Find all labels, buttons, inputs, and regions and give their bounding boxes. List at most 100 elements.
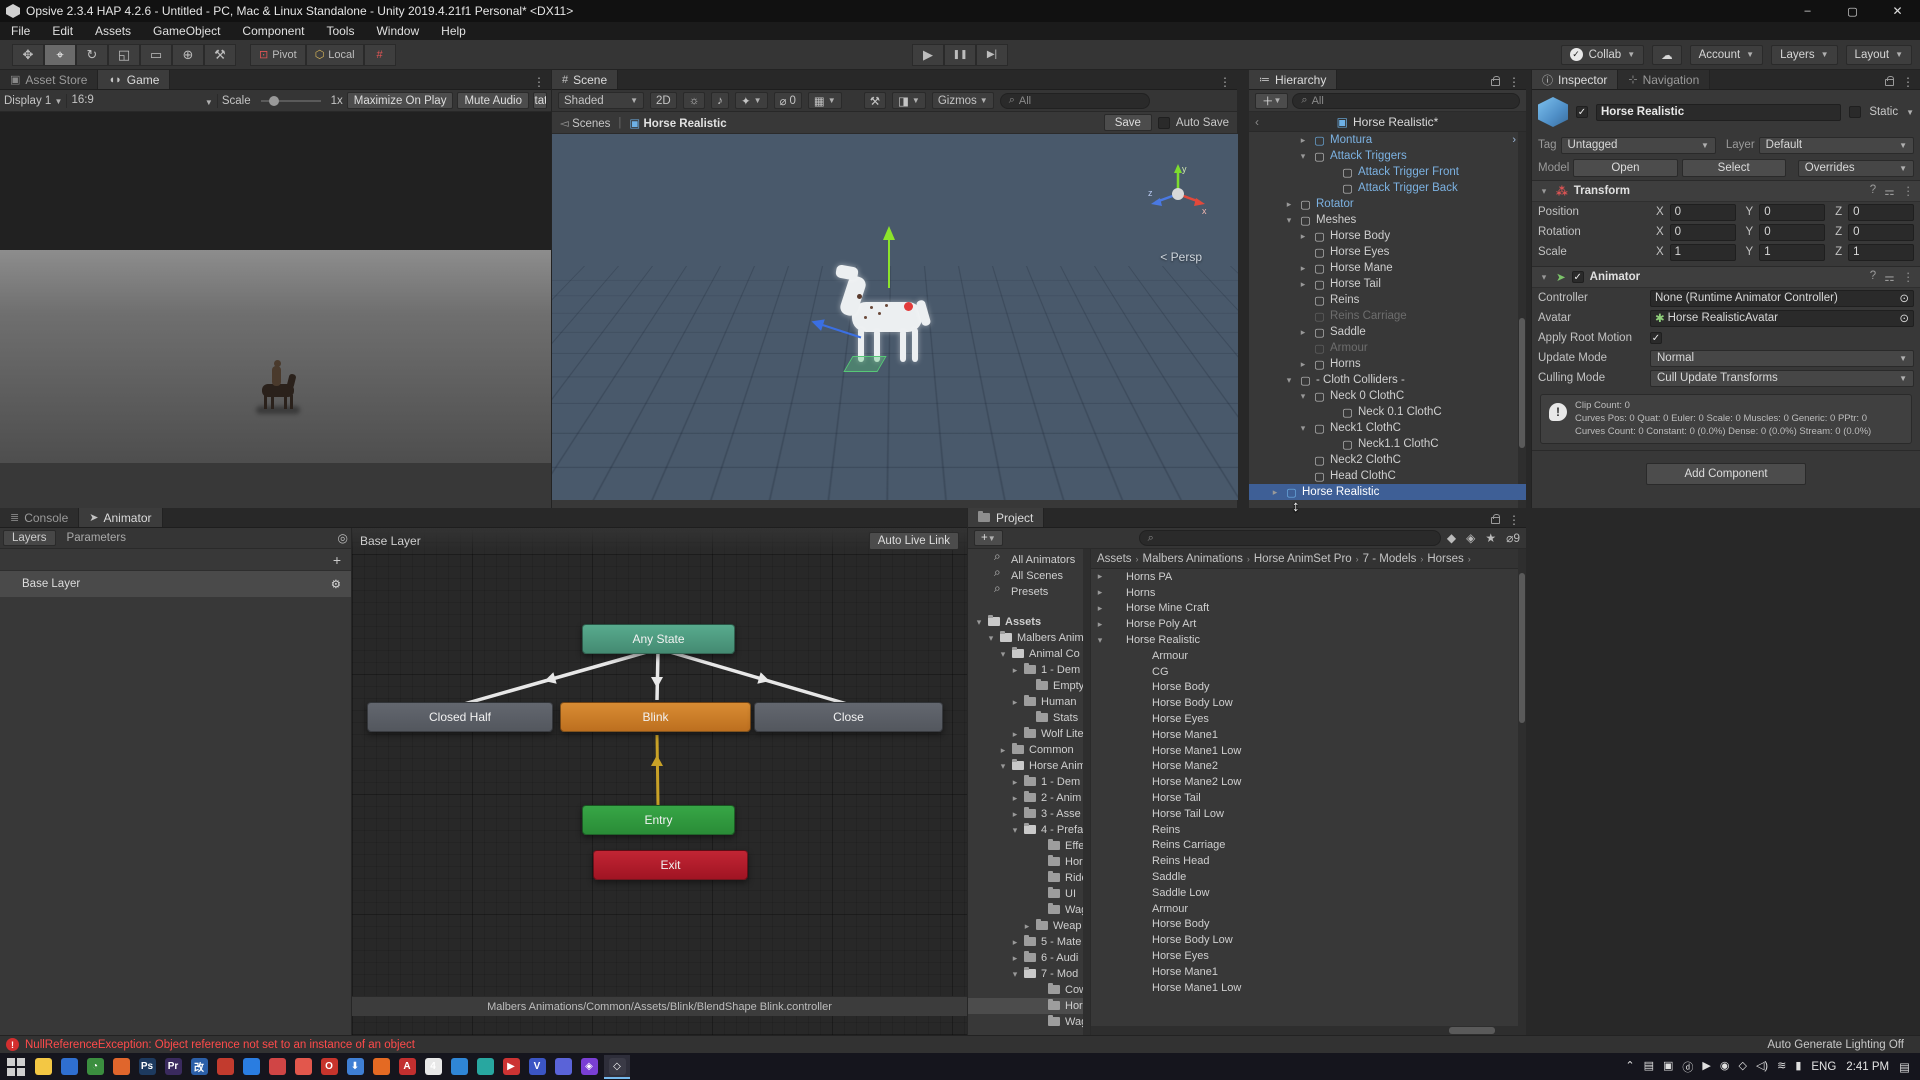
asset-item[interactable]: Horse Mane1: [1091, 727, 1526, 743]
folder-tree-item[interactable]: ▾ Assets: [968, 614, 1090, 630]
tray-icon[interactable]: ≋: [1777, 1059, 1786, 1075]
taskbar-app-icon[interactable]: [472, 1055, 498, 1079]
breadcrumb-item[interactable]: Horse AnimSet Pro›: [1254, 553, 1359, 565]
state-node[interactable]: Closed Half: [367, 702, 553, 732]
step-button[interactable]: ▶|: [976, 44, 1008, 66]
panel-menu-icon[interactable]: ⋮: [1896, 75, 1920, 89]
layout-dropdown[interactable]: Layout▼: [1846, 45, 1912, 65]
asset-item[interactable]: Horse Mane2 Low: [1091, 774, 1526, 790]
file-list-scrollbar[interactable]: [1518, 549, 1526, 1035]
expand-arrow[interactable]: ▾: [1283, 375, 1295, 386]
create-asset-button[interactable]: + ▼: [974, 530, 1003, 546]
folder-tree-item[interactable]: ▸ 2 - Anim: [968, 790, 1090, 806]
back-icon[interactable]: ‹: [1255, 115, 1259, 129]
hidden-count-toggle[interactable]: ⌀9: [1506, 531, 1520, 545]
expand-arrow[interactable]: ▸: [1022, 921, 1032, 932]
menu-item[interactable]: Edit: [41, 24, 84, 38]
base-layer-item[interactable]: Base Layer ⚙: [0, 571, 351, 597]
hierarchy-item[interactable]: ▢ Attack Trigger Front: [1249, 164, 1526, 180]
state-node[interactable]: Exit: [593, 850, 748, 880]
taskbar-app-icon[interactable]: [368, 1055, 394, 1079]
active-checkbox[interactable]: ✓: [1576, 106, 1588, 118]
grid-visibility-dropdown[interactable]: ▦▼: [808, 92, 842, 109]
expand-arrow[interactable]: ▾: [1297, 423, 1309, 434]
gizmos-dropdown[interactable]: Gizmos▼: [932, 92, 994, 109]
add-layer-button[interactable]: +: [333, 552, 341, 568]
hierarchy-item[interactable]: ▸ ▢ Horse Realistic: [1249, 484, 1526, 500]
model-open-button[interactable]: Open: [1573, 159, 1677, 177]
asset-item[interactable]: Armour: [1091, 648, 1526, 664]
scale-slider[interactable]: [261, 100, 321, 102]
preset-icon[interactable]: ⚎: [1884, 270, 1894, 284]
expand-arrow[interactable]: ▸: [1095, 603, 1105, 614]
foldout-arrow[interactable]: ▾: [1538, 186, 1550, 197]
tab-scene[interactable]: #Scene: [552, 70, 618, 89]
taskbar-app-icon[interactable]: O: [316, 1055, 342, 1079]
hierarchy-item[interactable]: ▾ ▢ Neck 0 ClothC: [1249, 388, 1526, 404]
tab-animator[interactable]: ➤Animator: [79, 508, 162, 527]
folder-tree-item[interactable]: ▸ 6 - Audi: [968, 950, 1090, 966]
tool-button[interactable]: ⊕: [172, 44, 204, 66]
hierarchy-item[interactable]: ▢ Head ClothC: [1249, 468, 1526, 484]
panel-menu-icon[interactable]: ⋮: [1502, 75, 1526, 89]
asset-item[interactable]: ▸ Horse Mine Craft: [1091, 601, 1526, 617]
asset-item[interactable]: Horse Mane1 Low: [1091, 743, 1526, 759]
model-select-button[interactable]: Select: [1682, 159, 1786, 177]
taskbar-app-icon[interactable]: ◈: [576, 1055, 602, 1079]
tab-asset-store[interactable]: ▣Asset Store: [0, 70, 98, 89]
hierarchy-item[interactable]: ▸ ▢ Saddle: [1249, 324, 1526, 340]
asset-item[interactable]: Reins Carriage: [1091, 838, 1526, 854]
asset-item[interactable]: Armour: [1091, 901, 1526, 917]
folder-tree-item[interactable]: ▸ 1 - Dem: [968, 662, 1090, 678]
asset-item[interactable]: Saddle: [1091, 869, 1526, 885]
tray-icon[interactable]: ◁): [1756, 1059, 1768, 1075]
asset-item[interactable]: Horse Body Low: [1091, 932, 1526, 948]
y-field[interactable]: 0: [1759, 224, 1825, 241]
menu-item[interactable]: Help: [430, 24, 477, 38]
taskbar-app-icon[interactable]: [212, 1055, 238, 1079]
tray-icon[interactable]: ▤: [1644, 1059, 1654, 1075]
folder-tree-item[interactable]: ▸ 3 - Asse: [968, 806, 1090, 822]
tab-navigation[interactable]: ⊹Navigation: [1618, 70, 1710, 89]
hierarchy-item[interactable]: ▢ Neck 0.1 ClothC: [1249, 404, 1526, 420]
x-field[interactable]: 0: [1670, 204, 1736, 221]
hierarchy-item[interactable]: ▢ Reins: [1249, 292, 1526, 308]
asset-item[interactable]: Horse Body: [1091, 917, 1526, 933]
folder-tree-item[interactable]: Wago: [968, 1014, 1090, 1030]
transform-component-header[interactable]: ▾ ⁂ Transform ?⚎⋮: [1532, 180, 1920, 202]
asset-item[interactable]: Reins Head: [1091, 853, 1526, 869]
taskbar-app-icon[interactable]: A: [394, 1055, 420, 1079]
folder-tree-item[interactable]: Stats: [968, 710, 1090, 726]
scene-fx-dropdown[interactable]: ✦▼: [735, 92, 768, 109]
taskbar-app-icon[interactable]: Ps: [134, 1055, 160, 1079]
layer-breadcrumb[interactable]: Base Layer: [360, 534, 421, 548]
orientation-gizmo[interactable]: y x z: [1146, 162, 1210, 226]
taskbar-app-icon[interactable]: [290, 1055, 316, 1079]
expand-arrow[interactable]: ▸: [1297, 135, 1309, 146]
tab-project[interactable]: Project: [968, 508, 1044, 527]
panel-menu-icon[interactable]: ⋮: [1213, 75, 1237, 89]
tab-game[interactable]: ◖◗Game: [98, 70, 170, 89]
tool-button[interactable]: ⌖: [44, 44, 76, 66]
object-name-field[interactable]: Horse Realistic: [1596, 104, 1841, 121]
avatar-field[interactable]: ✱Horse RealisticAvatar⊙: [1650, 310, 1914, 327]
state-node[interactable]: Entry: [582, 805, 735, 835]
collab-dropdown[interactable]: ✓Collab▼: [1561, 45, 1645, 65]
tab-console[interactable]: ≣Console: [0, 508, 79, 527]
folder-tree-item[interactable]: UI: [968, 886, 1090, 902]
tool-button[interactable]: ◱: [108, 44, 140, 66]
expand-arrow[interactable]: ▸: [1269, 487, 1281, 498]
expand-arrow[interactable]: ▸: [1297, 279, 1309, 290]
account-dropdown[interactable]: Account▼: [1690, 45, 1763, 65]
create-object-button[interactable]: ＋ ▼: [1255, 93, 1288, 109]
translate-gizmo-y[interactable]: [888, 238, 890, 288]
taskbar-app-icon[interactable]: [30, 1055, 56, 1079]
menu-item[interactable]: Component: [231, 24, 315, 38]
maximize-button[interactable]: ▢: [1830, 0, 1875, 22]
hierarchy-item[interactable]: ▸ ▢ Horse Tail: [1249, 276, 1526, 292]
folder-tree-item[interactable]: ▾ Horse Anim: [968, 758, 1090, 774]
folder-tree-item[interactable]: CowB: [968, 982, 1090, 998]
asset-item[interactable]: Horse Body Low: [1091, 695, 1526, 711]
taskbar-unity-icon-active[interactable]: ◇: [604, 1055, 630, 1079]
asset-item[interactable]: CG: [1091, 664, 1526, 680]
